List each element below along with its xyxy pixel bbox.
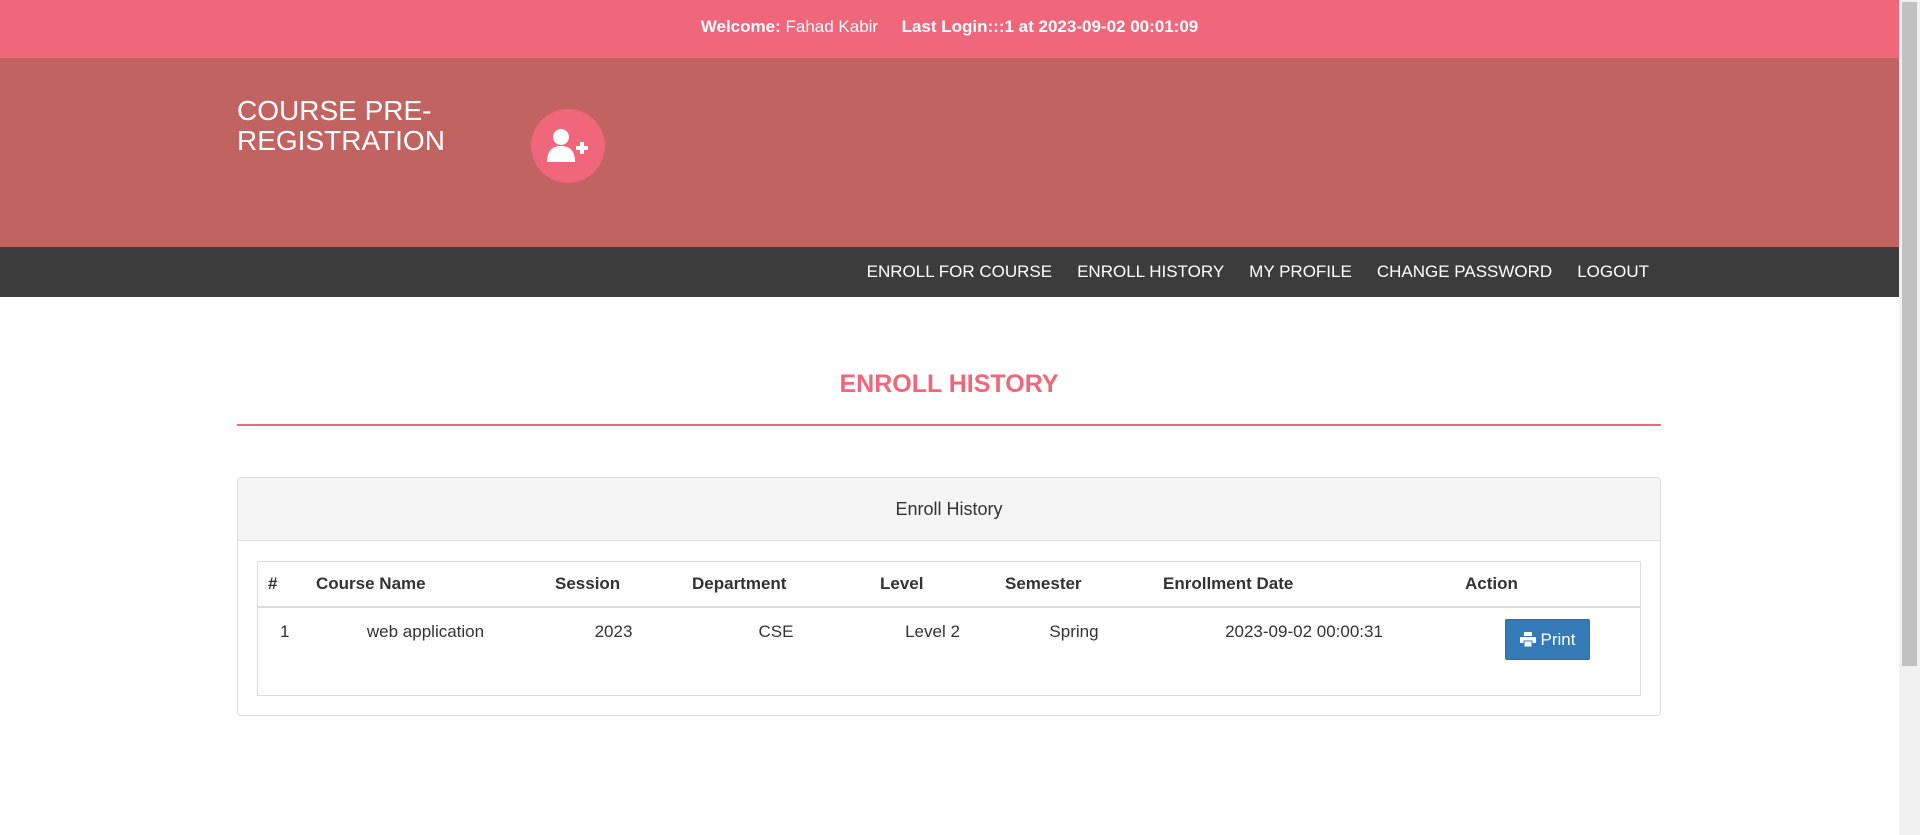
nav-menu: ENROLL FOR COURSE ENROLL HISTORY MY PROF… (842, 247, 1649, 297)
last-login-text: Last Login:::1 at 2023-09-02 00:01:09 (901, 17, 1199, 36)
col-header-num: # (258, 562, 306, 608)
nav-logout[interactable]: LOGOUT (1577, 262, 1649, 282)
cell-action: Print (1455, 607, 1640, 669)
col-header-session: Session (545, 562, 682, 608)
top-welcome-bar: Welcome: Fahad Kabir Last Login:::1 at 2… (0, 0, 1899, 58)
cell-num: 1 (280, 622, 290, 641)
col-header-level: Level (870, 562, 995, 608)
cell-level: Level 2 (905, 622, 960, 641)
user-plus-icon (531, 109, 605, 183)
col-header-action: Action (1455, 562, 1640, 608)
panel-heading: Enroll History (238, 478, 1660, 541)
print-button-label: Print (1540, 629, 1576, 649)
user-name: Fahad Kabir (785, 17, 879, 36)
table-row: 1 web application 2023 CSE Level 2 Sprin… (258, 607, 1640, 669)
nav-enroll-history[interactable]: ENROLL HISTORY (1077, 262, 1224, 282)
col-header-enrollment-date: Enrollment Date (1153, 562, 1455, 608)
col-header-semester: Semester (995, 562, 1153, 608)
col-header-course-name: Course Name (306, 562, 545, 608)
cell-course-name: web application (366, 622, 485, 641)
site-title: COURSE PRE-REGISTRATION (237, 95, 445, 156)
page-title: ENROLL HISTORY (839, 370, 1059, 398)
table-header-row: # Course Name Session Department Level S… (258, 562, 1640, 608)
enroll-history-panel: Enroll History # Course Name Session Dep… (237, 477, 1661, 716)
print-button[interactable]: Print (1504, 619, 1591, 660)
nav-my-profile[interactable]: MY PROFILE (1249, 262, 1352, 282)
col-header-department: Department (682, 562, 870, 608)
cell-semester: Spring (1049, 622, 1099, 641)
nav-enroll-for-course[interactable]: ENROLL FOR COURSE (867, 262, 1052, 282)
nav-change-password[interactable]: CHANGE PASSWORD (1377, 262, 1552, 282)
welcome-label: Welcome: (700, 17, 781, 36)
cell-enrollment-date: 2023-09-02 00:00:31 (1225, 622, 1383, 641)
printer-icon (1519, 632, 1536, 647)
enroll-history-table: # Course Name Session Department Level S… (258, 562, 1640, 669)
scrollbar-thumb[interactable] (1902, 2, 1917, 666)
cell-department: CSE (758, 622, 794, 641)
site-header: COURSE PRE-REGISTRATION (0, 58, 1899, 247)
enroll-table-container: # Course Name Session Department Level S… (257, 561, 1641, 696)
cell-session: 2023 (594, 622, 633, 641)
main-navbar: ENROLL FOR COURSE ENROLL HISTORY MY PROF… (0, 247, 1899, 297)
title-divider (237, 424, 1661, 426)
vertical-scrollbar[interactable] (1899, 0, 1920, 835)
